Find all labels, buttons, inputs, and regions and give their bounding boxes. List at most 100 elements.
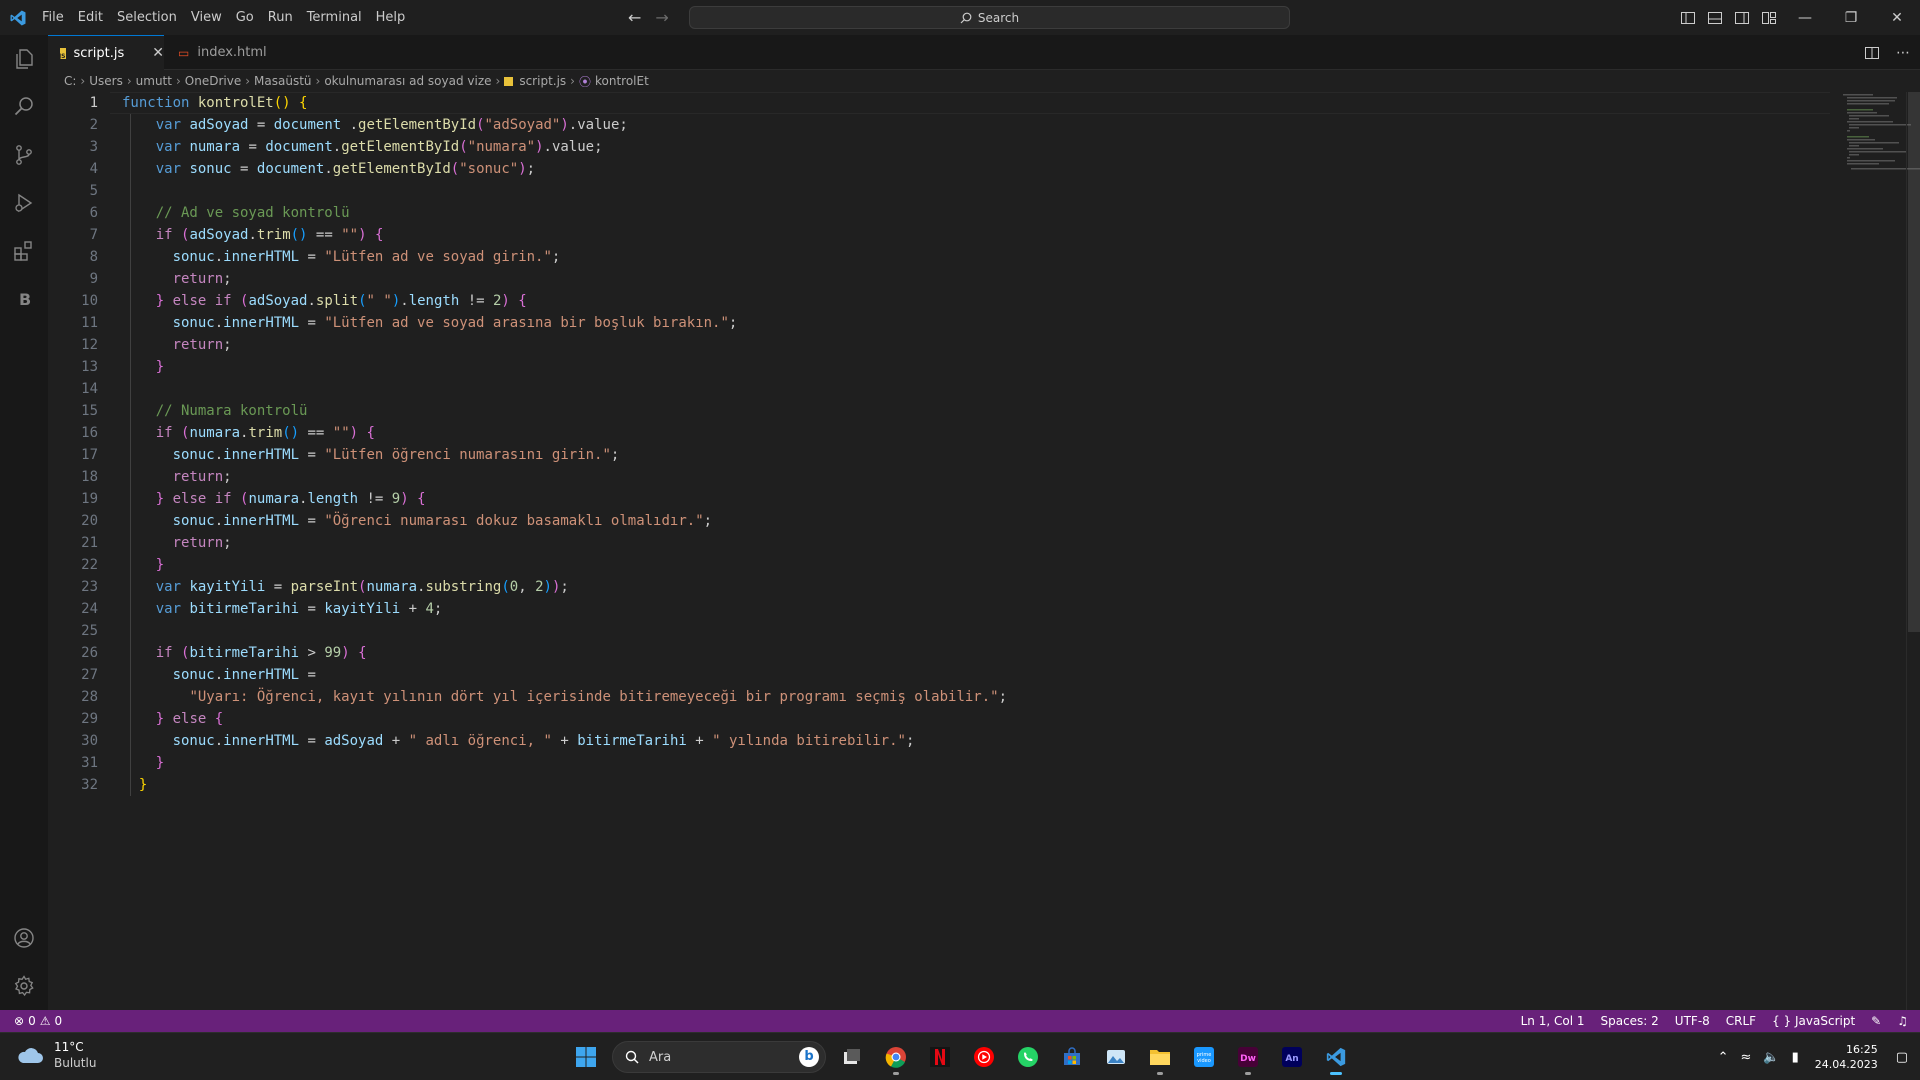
code-line[interactable]: sonuc.innerHTML = "Lütfen ad ve soyad ar… xyxy=(122,312,1007,334)
restore-button[interactable]: ❐ xyxy=(1828,0,1874,35)
code-line[interactable] xyxy=(122,378,1007,400)
code-line[interactable]: sonuc.innerHTML = "Lütfen öğrenci numara… xyxy=(122,444,1007,466)
code-line[interactable]: return; xyxy=(122,532,1007,554)
source-control-icon[interactable] xyxy=(0,131,48,179)
file-explorer-icon[interactable] xyxy=(1142,1039,1178,1075)
command-center-search[interactable]: Search xyxy=(689,6,1290,29)
code-line[interactable]: } xyxy=(122,752,1007,774)
search-view-icon[interactable] xyxy=(0,83,48,131)
code-line[interactable]: } xyxy=(122,554,1007,576)
code-line[interactable]: } else { xyxy=(122,708,1007,730)
breadcrumb-segment[interactable]: okulnumarası ad soyad vize xyxy=(324,74,491,88)
code-line[interactable]: if (bitirmeTarihi > 99) { xyxy=(122,642,1007,664)
photos-icon[interactable] xyxy=(1098,1039,1134,1075)
menu-terminal[interactable]: Terminal xyxy=(300,0,369,35)
menu-view[interactable]: View xyxy=(184,0,229,35)
settings-gear-icon[interactable] xyxy=(0,962,48,1010)
feedback-icon[interactable]: ✎ xyxy=(1871,1014,1881,1028)
menu-help[interactable]: Help xyxy=(369,0,413,35)
prime-video-icon[interactable]: prime video xyxy=(1186,1039,1222,1075)
menu-go[interactable]: Go xyxy=(229,0,261,35)
cursor-position[interactable]: Ln 1, Col 1 xyxy=(1521,1014,1585,1028)
breadcrumb-segment[interactable]: Users xyxy=(89,74,123,88)
code-line[interactable]: // Numara kontrolü xyxy=(122,400,1007,422)
code-line[interactable]: var numara = document.getElementById("nu… xyxy=(122,136,1007,158)
adobe-animate-icon[interactable]: An xyxy=(1274,1039,1310,1075)
dreamweaver-icon[interactable]: Dw xyxy=(1230,1039,1266,1075)
file-encoding[interactable]: UTF-8 xyxy=(1675,1014,1710,1028)
code-line[interactable]: var kayitYili = parseInt(numara.substrin… xyxy=(122,576,1007,598)
weather-widget[interactable]: 11°C Bulutlu xyxy=(16,1039,96,1071)
code-line[interactable]: sonuc.innerHTML = "Öğrenci numarası doku… xyxy=(122,510,1007,532)
toggle-panel-icon[interactable] xyxy=(1707,10,1723,26)
breadcrumb-segment[interactable]: C: xyxy=(64,74,76,88)
tab-script-js[interactable]: script.js ✕ xyxy=(48,35,164,70)
code-line[interactable]: sonuc.innerHTML = adSoyad + " adlı öğren… xyxy=(122,730,1007,752)
code-line[interactable]: if (adSoyad.trim() == "") { xyxy=(122,224,1007,246)
code-line[interactable]: return; xyxy=(122,334,1007,356)
code-line[interactable]: "Uyarı: Öğrenci, kayıt yılının dört yıl … xyxy=(122,686,1007,708)
code-line[interactable]: if (numara.trim() == "") { xyxy=(122,422,1007,444)
code-line[interactable]: // Ad ve soyad kontrolü xyxy=(122,202,1007,224)
code-line[interactable]: sonuc.innerHTML = "Lütfen ad ve soyad gi… xyxy=(122,246,1007,268)
menu-run[interactable]: Run xyxy=(261,0,300,35)
run-and-debug-icon[interactable] xyxy=(0,179,48,227)
breadcrumb-segment[interactable]: umutt xyxy=(136,74,172,88)
netflix-icon[interactable] xyxy=(922,1039,958,1075)
language-mode[interactable]: { } JavaScript xyxy=(1772,1014,1855,1028)
minimize-button[interactable]: — xyxy=(1782,0,1828,35)
breadcrumb-segment[interactable]: OneDrive xyxy=(185,74,241,88)
code-editor[interactable]: 1 2 3 4 5 6 7 8 9 10 11 12 13 14 15 16 17 18 19 20 21 22 23 24 2… xyxy=(48,92,1920,1010)
code-line[interactable]: } else if (adSoyad.split(" ").length != … xyxy=(122,290,1007,312)
breadcrumb-file[interactable]: script.js xyxy=(519,74,566,88)
more-actions-icon[interactable]: ⋯ xyxy=(1896,45,1910,61)
code-line[interactable]: var sonuc = document.getElementById("son… xyxy=(122,158,1007,180)
menu-file[interactable]: File xyxy=(35,0,71,35)
windows-start-icon[interactable] xyxy=(568,1039,604,1075)
code-line[interactable]: return; xyxy=(122,466,1007,488)
chevron-up-icon[interactable]: ⌃ xyxy=(1718,1050,1729,1065)
toggle-primary-sidebar-icon[interactable] xyxy=(1680,10,1696,26)
problems-indicator[interactable]: ⊗ 0 ⚠ 0 xyxy=(0,1014,62,1028)
scrollbar-thumb[interactable] xyxy=(1908,92,1920,632)
code-line[interactable]: var adSoyad = document .getElementById("… xyxy=(122,114,1007,136)
chrome-icon[interactable] xyxy=(878,1039,914,1075)
code-line[interactable]: } else if (numara.length != 9) { xyxy=(122,488,1007,510)
code-line[interactable]: sonuc.innerHTML = xyxy=(122,664,1007,686)
youtube-music-icon[interactable] xyxy=(966,1039,1002,1075)
explorer-icon[interactable] xyxy=(0,35,48,83)
bootstrap-extension-icon[interactable]: B xyxy=(0,275,48,323)
split-editor-icon[interactable] xyxy=(1864,45,1880,61)
menu-selection[interactable]: Selection xyxy=(110,0,184,35)
code-line[interactable]: } xyxy=(122,774,1007,796)
breadcrumb-segment[interactable]: Masaüstü xyxy=(254,74,311,88)
breadcrumb-symbol[interactable]: kontrolEt xyxy=(595,74,649,88)
tab-index-html[interactable]: ▭ index.html xyxy=(164,35,280,70)
forward-arrow-icon[interactable]: → xyxy=(655,8,668,27)
end-of-line[interactable]: CRLF xyxy=(1726,1014,1756,1028)
indentation-setting[interactable]: Spaces: 2 xyxy=(1600,1014,1658,1028)
code-line[interactable] xyxy=(122,180,1007,202)
code-line[interactable]: var bitirmeTarihi = kayitYili + 4; xyxy=(122,598,1007,620)
clock[interactable]: 16:25 24.04.2023 xyxy=(1815,1042,1878,1072)
vscode-taskbar-icon[interactable] xyxy=(1318,1039,1354,1075)
code-line[interactable] xyxy=(122,620,1007,642)
code-line[interactable]: return; xyxy=(122,268,1007,290)
close-window-button[interactable]: ✕ xyxy=(1874,0,1920,35)
microsoft-store-icon[interactable] xyxy=(1054,1039,1090,1075)
code-line[interactable]: } xyxy=(122,356,1007,378)
volume-icon[interactable]: 🔈 xyxy=(1763,1050,1779,1065)
notifications-bell-icon[interactable]: ♫ xyxy=(1897,1014,1908,1028)
toggle-secondary-sidebar-icon[interactable] xyxy=(1734,10,1750,26)
vertical-scrollbar[interactable] xyxy=(1906,92,1920,1010)
task-view-icon[interactable] xyxy=(834,1039,870,1075)
network-icon[interactable]: ≈ xyxy=(1740,1050,1751,1065)
customize-layout-icon[interactable] xyxy=(1761,10,1777,26)
taskbar-search-box[interactable]: Ara b xyxy=(612,1041,826,1073)
back-arrow-icon[interactable]: ← xyxy=(628,8,641,27)
extensions-icon[interactable] xyxy=(0,227,48,275)
accounts-icon[interactable] xyxy=(0,914,48,962)
menu-edit[interactable]: Edit xyxy=(71,0,110,35)
close-tab-icon[interactable]: ✕ xyxy=(152,45,164,61)
code-content[interactable]: function kontrolEt() { var adSoyad = doc… xyxy=(122,92,1007,796)
